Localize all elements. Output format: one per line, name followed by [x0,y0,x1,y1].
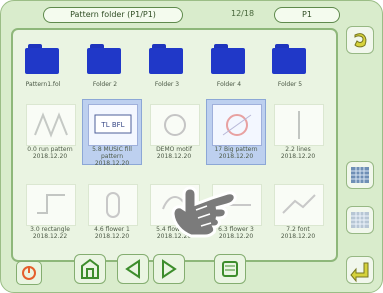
list-view-button[interactable] [346,206,374,234]
folder-label: Pattern1.fol [25,81,61,88]
folder-icon[interactable] [25,44,59,74]
app-frame: Pattern folder (P1/P1) 12/18 P1 Pattern1… [0,0,383,293]
folder-icon[interactable] [211,44,245,74]
page-pill: P1 [274,7,340,23]
pattern-thumb[interactable]: 3.0 rectangle 2018.12.22 [21,180,79,244]
pattern-preview [88,184,138,226]
pattern-preview [212,104,262,146]
pattern-thumb[interactable]: 0.0 run pattern 2018.12.20 [21,100,79,164]
power-button[interactable] [16,261,42,285]
pattern-preview: TL BFL [88,104,138,146]
item-counter: 12/18 [231,9,255,18]
pattern-caption: DEMO motif 2018.12.20 [156,146,192,160]
folder-icon[interactable] [87,44,121,74]
folder-label: Folder 2 [92,81,118,88]
pattern-thumb[interactable]: 2.2 lines 2018.12.20 [269,100,327,164]
previous-button[interactable] [117,254,149,284]
svg-text:TL BFL: TL BFL [100,121,124,129]
enter-button[interactable] [346,256,374,284]
next-button[interactable] [153,254,185,284]
folder-label: Folder 4 [216,81,242,88]
pattern-thumb-selected[interactable]: 17 Big pattern 2018.12.20 [206,99,266,165]
bottom-navbar [16,254,256,285]
home-button[interactable] [74,254,106,284]
pattern-caption: 4.6 flower 1 2018.12.20 [94,226,130,240]
folder-label: Folder 3 [154,81,180,88]
settings-button[interactable] [214,254,246,284]
folder-icon[interactable] [149,44,183,74]
folder-icon[interactable] [272,44,306,74]
grid-view-button[interactable] [346,161,374,189]
pattern-thumb[interactable]: 7.2 font 2018.12.20 [269,180,327,244]
pattern-browser: Pattern1.fol Folder 2 Folder 3 Folder 4 … [11,28,338,262]
pattern-caption: 2.2 lines 2018.12.20 [280,146,316,160]
pattern-caption: 7.2 font 2018.12.20 [280,226,316,240]
pattern-caption: 5.8 MUSIC fill pattern 2018.12.20 [92,146,132,167]
pattern-thumb-selected[interactable]: TL BFL 5.8 MUSIC fill pattern 2018.12.20 [82,99,142,167]
top-bar: Pattern folder (P1/P1) 12/18 P1 [9,5,369,25]
pattern-thumb[interactable]: DEMO motif 2018.12.20 [145,100,203,164]
pattern-caption: 17 Big pattern 2018.12.20 [214,146,258,160]
pattern-thumb[interactable]: 4.6 flower 1 2018.12.20 [83,180,141,244]
pattern-caption: 0.0 run pattern 2018.12.20 [27,146,73,160]
title-pill: Pattern folder (P1/P1) [43,7,183,23]
undo-button[interactable] [346,26,374,54]
pattern-caption: 3.0 rectangle 2018.12.22 [30,226,70,240]
pattern-preview [274,184,324,226]
folder-label: Folder 5 [277,81,303,88]
pattern-preview [26,184,76,226]
hand-cursor-icon [171,186,237,238]
pattern-preview [274,104,324,146]
pattern-preview [150,104,200,146]
pattern-preview [26,104,76,146]
